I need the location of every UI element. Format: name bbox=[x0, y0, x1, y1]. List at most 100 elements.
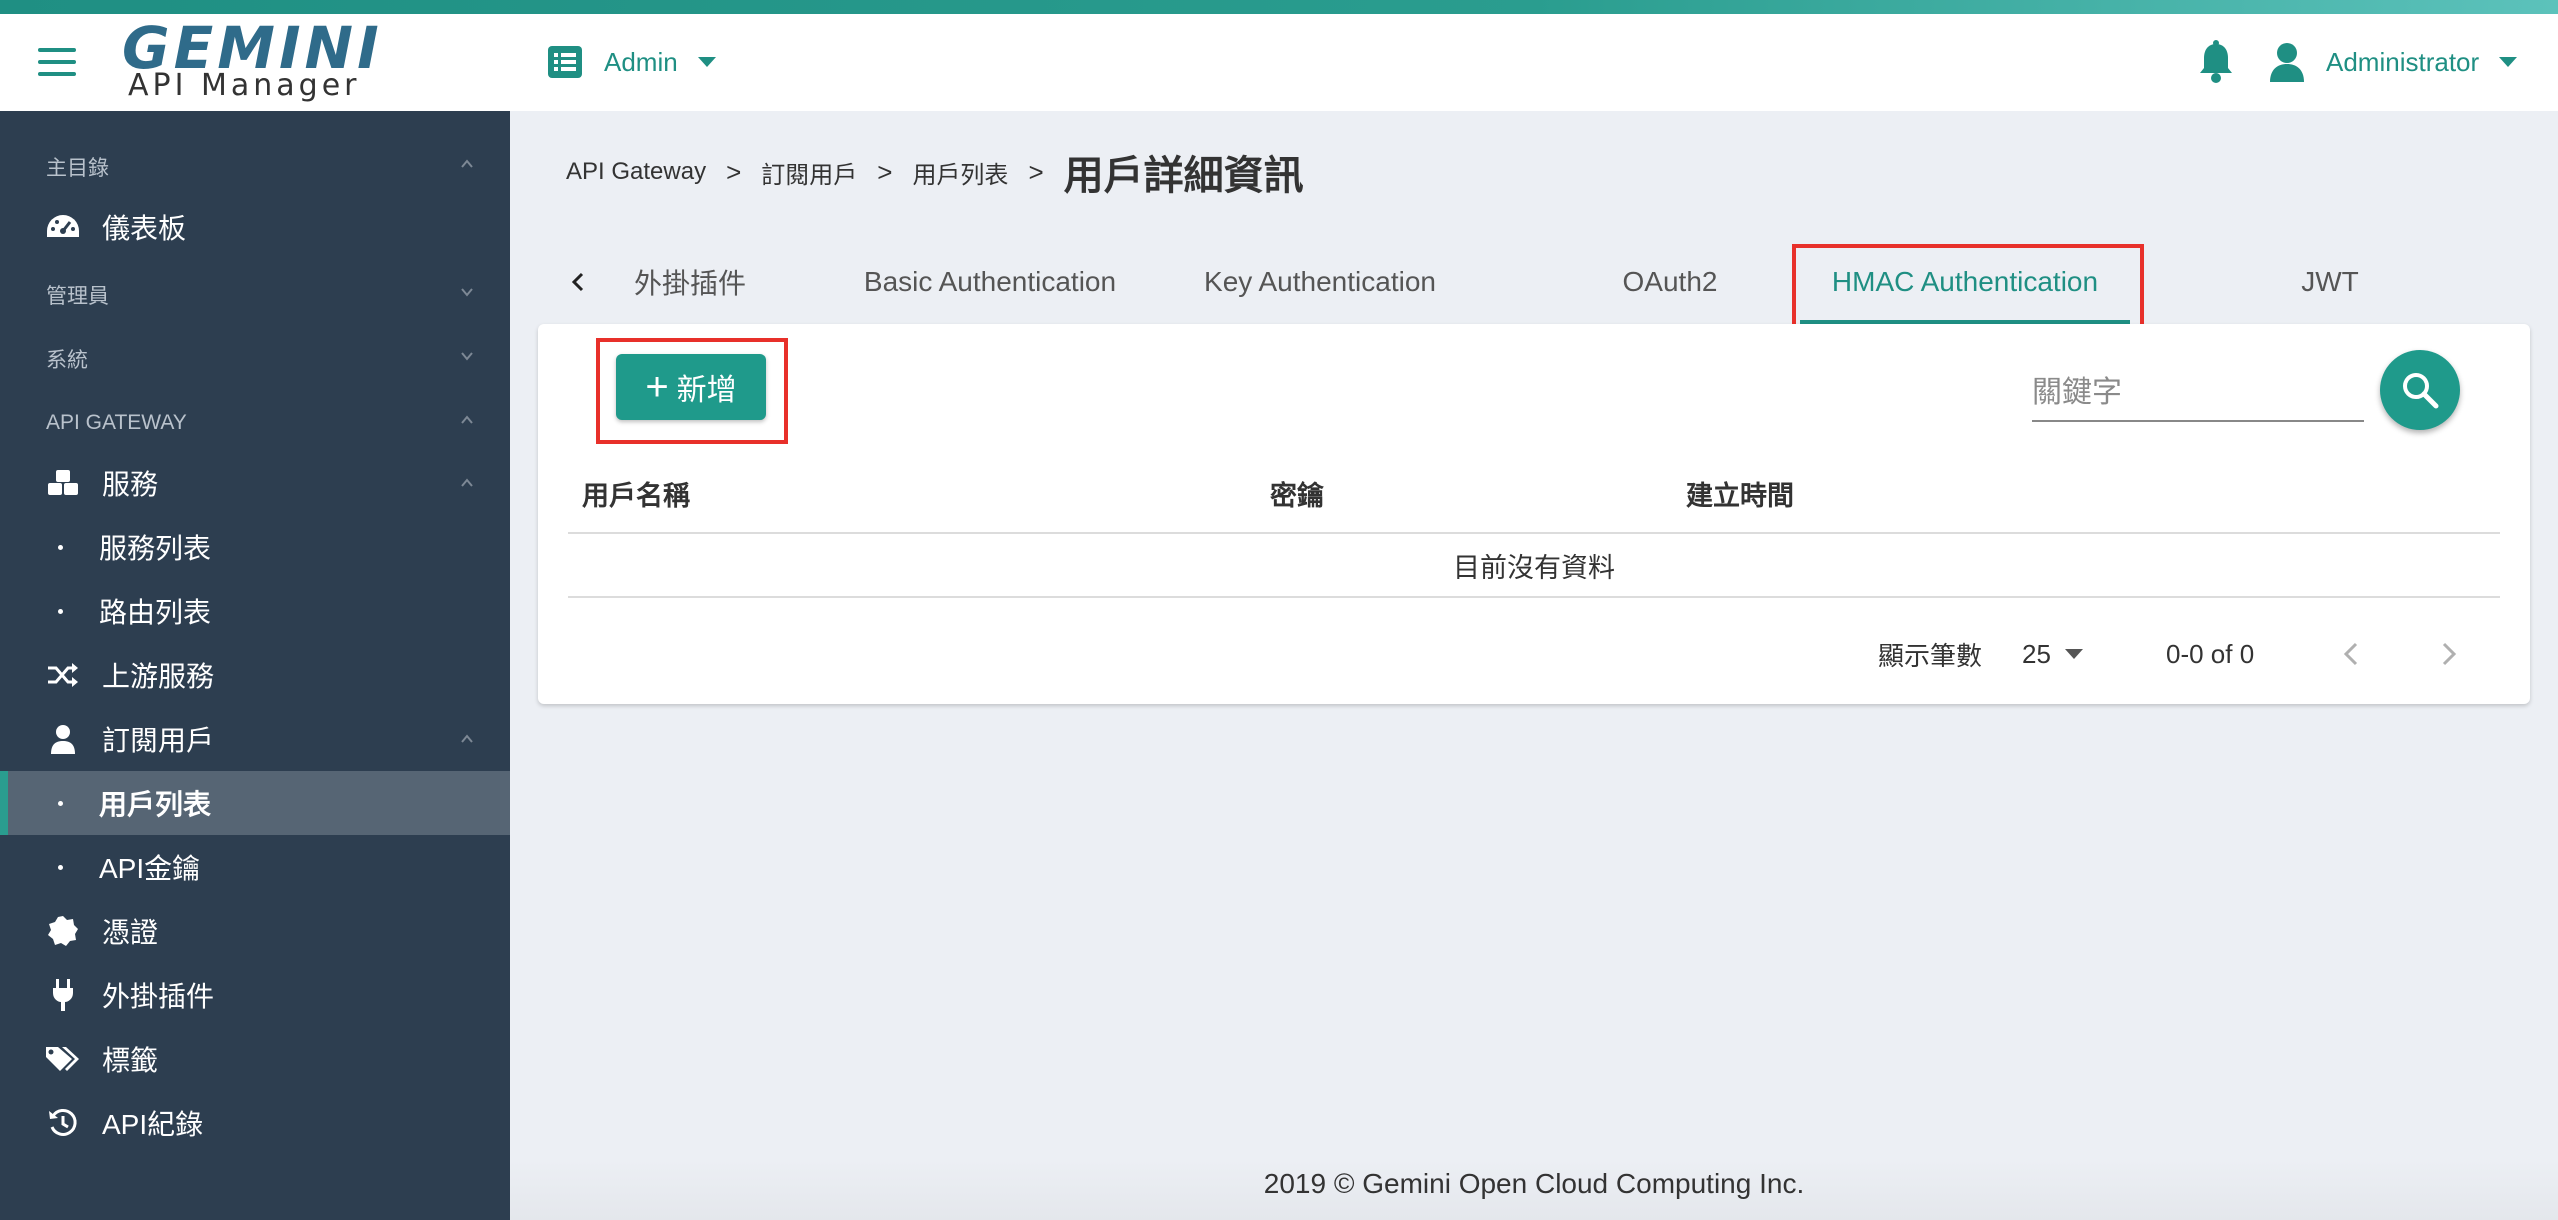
app-logo[interactable]: GEMINI API Manager bbox=[122, 18, 379, 108]
user-icon bbox=[2270, 43, 2304, 82]
sidebar-section-label: 主目錄 bbox=[46, 157, 109, 180]
breadcrumb-consumer-list[interactable]: 用戶列表 bbox=[912, 155, 1008, 190]
plug-icon bbox=[46, 978, 80, 1012]
breadcrumb-separator: > bbox=[1028, 156, 1044, 187]
chevron-down-icon bbox=[461, 352, 473, 361]
sidebar-section-system[interactable]: 系統 bbox=[0, 327, 510, 391]
highlight-box bbox=[1792, 244, 2144, 334]
sidebar-item-label: 服務 bbox=[102, 469, 159, 500]
app-header: GEMINI API Manager Admin Administrator bbox=[0, 14, 2558, 111]
add-button-label: 新增 bbox=[676, 374, 737, 407]
rows-per-page-select[interactable]: 25 bbox=[2022, 634, 2083, 674]
tab-oauth2[interactable]: OAuth2 bbox=[1520, 240, 1820, 324]
sidebar-section-label: 管理員 bbox=[46, 285, 109, 308]
sidebar-item-label: 標籤 bbox=[102, 1045, 159, 1076]
chevron-left-icon[interactable] bbox=[560, 262, 596, 302]
role-switcher[interactable]: Admin bbox=[548, 44, 716, 80]
sidebar-item-consumer-list[interactable]: 用戶列表 bbox=[0, 771, 510, 835]
sidebar-item-plugins[interactable]: 外掛插件 bbox=[0, 963, 510, 1027]
breadcrumb-root[interactable]: API Gateway bbox=[566, 158, 706, 186]
column-header-username[interactable]: 用戶名稱 bbox=[582, 474, 690, 513]
sidebar-section-gateway[interactable]: API GATEWAY bbox=[0, 391, 510, 455]
role-label: Admin bbox=[604, 46, 678, 77]
sidebar-item-certificates[interactable]: 憑證 bbox=[0, 899, 510, 963]
content-card: + 新增 用戶名稱 密鑰 建立時間 目前沒有資料 顯示筆數 25 0-0 of … bbox=[538, 324, 2530, 704]
rows-per-page-value: 25 bbox=[2022, 638, 2051, 669]
column-header-created[interactable]: 建立時間 bbox=[1686, 474, 1794, 513]
sidebar-item-label: 儀表板 bbox=[102, 213, 187, 244]
sidebar: 主目錄 儀表板 管理員 系統 API GATEWAY 服務 服務列表 路由列表 bbox=[0, 111, 510, 1220]
sidebar-section-label: 系統 bbox=[46, 349, 88, 372]
logo-subtitle: API Manager bbox=[128, 68, 361, 103]
shuffle-icon bbox=[46, 658, 80, 692]
sidebar-item-label: 憑證 bbox=[102, 917, 159, 948]
auth-tabs: 外掛插件 Basic Authentication Key Authentica… bbox=[540, 240, 2530, 334]
sidebar-item-dashboard[interactable]: 儀表板 bbox=[0, 195, 510, 259]
table-divider bbox=[568, 596, 2500, 598]
sidebar-item-tags[interactable]: 標籤 bbox=[0, 1027, 510, 1091]
caret-down-icon bbox=[697, 57, 716, 67]
sidebar-item-api-logs[interactable]: API紀錄 bbox=[0, 1091, 510, 1155]
chevron-down-icon bbox=[461, 288, 473, 297]
plus-icon: + bbox=[645, 365, 669, 409]
search-icon bbox=[2403, 373, 2439, 409]
top-accent-stripe bbox=[0, 0, 2558, 14]
tab-key-auth[interactable]: Key Authentication bbox=[1170, 240, 1470, 324]
add-button[interactable]: + 新增 bbox=[616, 354, 766, 420]
sidebar-item-label: API紀錄 bbox=[102, 1109, 204, 1140]
pagination-rows-label: 顯示筆數 bbox=[1878, 640, 1983, 671]
sidebar-item-service-list[interactable]: 服務列表 bbox=[0, 515, 510, 579]
bullet-icon bbox=[58, 608, 63, 614]
list-icon bbox=[548, 46, 582, 78]
table-divider bbox=[568, 532, 2500, 534]
breadcrumb-separator: > bbox=[726, 156, 742, 187]
caret-down-icon bbox=[2064, 649, 2083, 659]
chevron-left-icon[interactable] bbox=[2332, 632, 2372, 676]
tags-icon bbox=[46, 1042, 80, 1076]
breadcrumb: API Gateway > 訂閱用戶 > 用戶列表 > 用戶詳細資訊 bbox=[566, 150, 1304, 198]
sidebar-item-upstream[interactable]: 上游服務 bbox=[0, 643, 510, 707]
tab-jwt[interactable]: JWT bbox=[2180, 240, 2480, 324]
tab-plugins[interactable]: 外掛插件 bbox=[610, 240, 770, 324]
bullet-icon bbox=[58, 864, 63, 870]
column-header-secret[interactable]: 密鑰 bbox=[1270, 474, 1324, 513]
sidebar-section-label: API GATEWAY bbox=[46, 411, 187, 434]
bullet-icon bbox=[58, 800, 63, 806]
sidebar-item-label: 訂閱用戶 bbox=[102, 725, 215, 756]
sidebar-item-route-list[interactable]: 路由列表 bbox=[0, 579, 510, 643]
user-icon bbox=[46, 722, 80, 756]
sidebar-section-main[interactable]: 主目錄 bbox=[0, 135, 510, 199]
dashboard-icon bbox=[46, 210, 80, 244]
sidebar-section-admin[interactable]: 管理員 bbox=[0, 263, 510, 327]
breadcrumb-consumers[interactable]: 訂閱用戶 bbox=[761, 155, 857, 190]
bell-icon[interactable] bbox=[2196, 40, 2236, 84]
cubes-icon bbox=[46, 466, 80, 500]
sidebar-item-label: 上游服務 bbox=[102, 661, 215, 692]
chevron-up-icon bbox=[461, 478, 473, 487]
tab-basic-auth[interactable]: Basic Authentication bbox=[840, 240, 1140, 324]
chevron-up-icon bbox=[461, 415, 473, 424]
user-menu[interactable]: Administrator bbox=[2268, 40, 2518, 84]
active-indicator bbox=[0, 771, 8, 835]
search-input[interactable] bbox=[2032, 368, 2364, 418]
search-button[interactable] bbox=[2380, 350, 2460, 430]
user-name: Administrator bbox=[2326, 46, 2480, 77]
footer: 2019 © Gemini Open Cloud Computing Inc. bbox=[510, 1160, 2558, 1220]
certificate-icon bbox=[46, 914, 80, 948]
pagination-range: 0-0 of 0 bbox=[2166, 638, 2255, 669]
sidebar-item-label: 服務列表 bbox=[99, 533, 212, 564]
sidebar-item-services[interactable]: 服務 bbox=[0, 451, 510, 515]
chevron-right-icon[interactable] bbox=[2428, 632, 2468, 676]
sidebar-item-label: 用戶列表 bbox=[99, 789, 212, 820]
sidebar-item-label: 路由列表 bbox=[99, 597, 212, 628]
copyright-text: 2019 © Gemini Open Cloud Computing Inc. bbox=[1263, 1168, 1805, 1199]
sidebar-item-api-keys[interactable]: API金鑰 bbox=[0, 835, 510, 899]
sidebar-item-label: 外掛插件 bbox=[102, 981, 215, 1012]
breadcrumb-separator: > bbox=[877, 156, 893, 187]
search-field bbox=[2032, 368, 2364, 422]
chevron-up-icon bbox=[461, 734, 473, 743]
sidebar-item-consumers[interactable]: 訂閱用戶 bbox=[0, 707, 510, 771]
bullet-icon bbox=[58, 544, 63, 550]
chevron-up-icon bbox=[461, 159, 473, 168]
menu-toggle-icon[interactable] bbox=[38, 48, 76, 78]
